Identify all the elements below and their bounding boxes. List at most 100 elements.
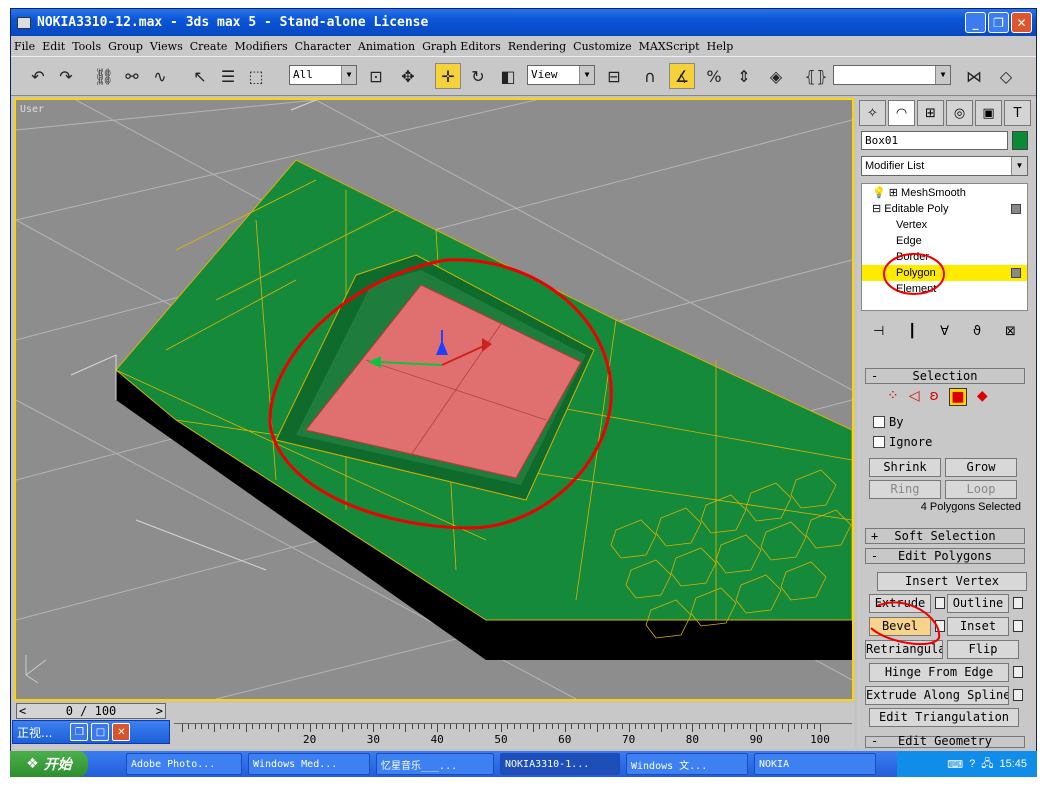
stack-item-toggle[interactable] — [1011, 268, 1021, 278]
menu-animation[interactable]: Animation — [355, 40, 419, 53]
selection-filter-dropdown[interactable]: All ▼ — [289, 65, 357, 85]
angle-snap-icon[interactable]: ∡ — [669, 63, 695, 89]
menu-create[interactable]: Create — [187, 40, 232, 53]
utilities-tab-icon[interactable]: T — [1004, 100, 1031, 126]
edit-named-selection-icon[interactable]: ⦃⦄ — [803, 63, 829, 89]
stack-item-polygon[interactable]: Polygon — [862, 265, 1027, 281]
show-end-result-icon[interactable]: ┃ — [908, 324, 916, 339]
stack-item-vertex[interactable]: Vertex — [862, 217, 1027, 233]
outline-settings-icon[interactable] — [1013, 597, 1023, 609]
named-selection-icon[interactable]: ◈ — [763, 63, 789, 89]
task-music[interactable]: 忆星音乐___... — [376, 753, 494, 775]
close-button[interactable]: ✕ — [112, 723, 131, 741]
edit-geometry-rollout[interactable]: - Edit Geometry — [865, 735, 1025, 748]
close-button[interactable]: ✕ — [1011, 12, 1032, 33]
percent-snap-icon[interactable]: % — [701, 63, 727, 89]
unlink-icon[interactable]: ⚯ — [119, 63, 145, 89]
stack-item-editable-poly[interactable]: ⊟ Editable Poly — [862, 201, 1027, 217]
create-tab-icon[interactable]: ✧ — [859, 100, 886, 126]
keyboard-icon[interactable]: ⌨ — [947, 758, 963, 771]
selection-rollout[interactable]: - Selection — [865, 368, 1025, 384]
grow-button[interactable]: Grow — [945, 458, 1017, 477]
maximize-button[interactable]: ❐ — [988, 12, 1009, 33]
polygon-mode-icon[interactable]: ■ — [948, 388, 967, 406]
select-manipulate-icon[interactable]: ✥ — [395, 63, 421, 89]
snap-3d-icon[interactable]: ∩ — [637, 63, 663, 89]
help-icon[interactable]: ? — [969, 758, 975, 770]
menu-maxscript[interactable]: MAXScript — [636, 40, 704, 53]
pivot-center-icon[interactable]: ⊟ — [601, 63, 627, 89]
menu-tools[interactable]: Tools — [69, 40, 105, 53]
menu-rendering[interactable]: Rendering — [505, 40, 570, 53]
named-selection-dropdown[interactable]: ▼ — [833, 65, 951, 85]
shrink-button[interactable]: Shrink — [869, 458, 941, 477]
viewport-user[interactable]: User — [14, 98, 854, 701]
loop-button[interactable]: Loop — [945, 480, 1017, 499]
title-bar[interactable]: NOKIA3310-12.max - 3ds max 5 - Stand-alo… — [11, 9, 1036, 36]
redo-icon[interactable]: ↷ — [53, 63, 79, 89]
minimized-window[interactable]: 正视... ❐ □ ✕ — [12, 720, 170, 744]
extrude-spline-settings-icon[interactable] — [1013, 689, 1023, 701]
modify-tab-icon[interactable]: ◠ — [888, 100, 915, 126]
modifier-list-dropdown[interactable]: Modifier List ▼ — [861, 156, 1028, 176]
inset-button[interactable]: Inset — [947, 617, 1009, 636]
stack-item-edge[interactable]: Edge — [862, 233, 1027, 249]
soft-selection-rollout[interactable]: + Soft Selection — [865, 528, 1025, 544]
start-button[interactable]: ❖ 开始 — [10, 751, 88, 777]
task-nokia-folder[interactable]: NOKIA — [754, 753, 876, 775]
insert-vertex-button[interactable]: Insert Vertex — [877, 572, 1027, 591]
edit-polygons-rollout[interactable]: - Edit Polygons — [865, 548, 1025, 564]
make-unique-icon[interactable]: ∀ — [940, 324, 949, 339]
outline-button[interactable]: Outline — [947, 594, 1009, 613]
task-3dsmax[interactable]: NOKIA3310-1... — [500, 753, 620, 775]
ignore-backfacing-checkbox[interactable] — [873, 436, 885, 448]
menu-file[interactable]: File — [11, 40, 39, 53]
menu-group[interactable]: Group — [105, 40, 147, 53]
menu-graph-editors[interactable]: Graph Editors — [419, 40, 505, 53]
motion-tab-icon[interactable]: ◎ — [946, 100, 973, 126]
edit-triangulation-button[interactable]: Edit Triangulation — [869, 708, 1019, 727]
hierarchy-tab-icon[interactable]: ⊞ — [917, 100, 944, 126]
inset-settings-icon[interactable] — [1013, 620, 1023, 632]
move-icon[interactable]: ✛ — [435, 63, 461, 89]
edge-mode-icon[interactable]: ◁ — [909, 388, 920, 406]
extrude-button[interactable]: Extrude — [869, 594, 931, 613]
stack-item-toggle[interactable] — [1011, 204, 1021, 214]
retriangulate-button[interactable]: Retriangulate — [865, 640, 943, 659]
display-tab-icon[interactable]: ▣ — [975, 100, 1002, 126]
extrude-settings-icon[interactable] — [935, 597, 945, 609]
track-bar[interactable]: 20 30 40 50 60 70 80 90 100 — [174, 723, 852, 747]
restore-button[interactable]: ❐ — [70, 723, 89, 741]
select-by-name-icon[interactable]: ☰ — [215, 63, 241, 89]
extrude-along-spline-button[interactable]: Extrude Along Spline — [865, 686, 1009, 705]
network-icon[interactable]: 🖧 — [981, 755, 993, 774]
bevel-button[interactable]: Bevel — [869, 617, 931, 636]
select-object-icon[interactable]: ↖ — [187, 63, 213, 89]
object-color-swatch[interactable] — [1012, 131, 1028, 150]
minimize-button[interactable]: _ — [965, 12, 986, 33]
reference-coord-dropdown[interactable]: View ▼ — [527, 65, 595, 85]
menu-views[interactable]: Views — [147, 40, 187, 53]
selection-region-icon[interactable]: ⬚ — [243, 63, 269, 89]
menu-edit[interactable]: Edit — [39, 40, 69, 53]
object-name-field[interactable]: Box01 — [861, 131, 1008, 150]
stack-item-meshsmooth[interactable]: 💡 ⊞ MeshSmooth — [862, 185, 1027, 201]
stack-item-border[interactable]: Border — [862, 249, 1027, 265]
select-link-icon[interactable]: ⛓ — [91, 63, 117, 89]
bevel-settings-icon[interactable] — [935, 620, 945, 632]
task-media-player[interactable]: Windows Med... — [248, 753, 370, 775]
bind-spacewarp-icon[interactable]: ∿ — [147, 63, 173, 89]
border-mode-icon[interactable]: ʚ — [930, 388, 939, 406]
task-photoshop[interactable]: Adobe Photo... — [126, 753, 242, 775]
configure-sets-icon[interactable]: ⊠ — [1005, 324, 1016, 339]
undo-icon[interactable]: ↶ — [25, 63, 51, 89]
window-crossing-icon[interactable]: ⊡ — [363, 63, 389, 89]
menu-help[interactable]: Help — [704, 40, 738, 53]
spinner-snap-icon[interactable]: ⇕ — [731, 63, 757, 89]
remove-modifier-icon[interactable]: ϑ — [973, 324, 981, 339]
task-windows-doc[interactable]: Windows 文... — [626, 753, 748, 775]
time-slider[interactable]: < 0 / 100 > — [16, 703, 166, 719]
mirror-icon[interactable]: ⋈ — [961, 63, 987, 89]
vertex-mode-icon[interactable]: ⁘ — [887, 388, 899, 406]
stack-item-element[interactable]: Element — [862, 281, 1027, 297]
